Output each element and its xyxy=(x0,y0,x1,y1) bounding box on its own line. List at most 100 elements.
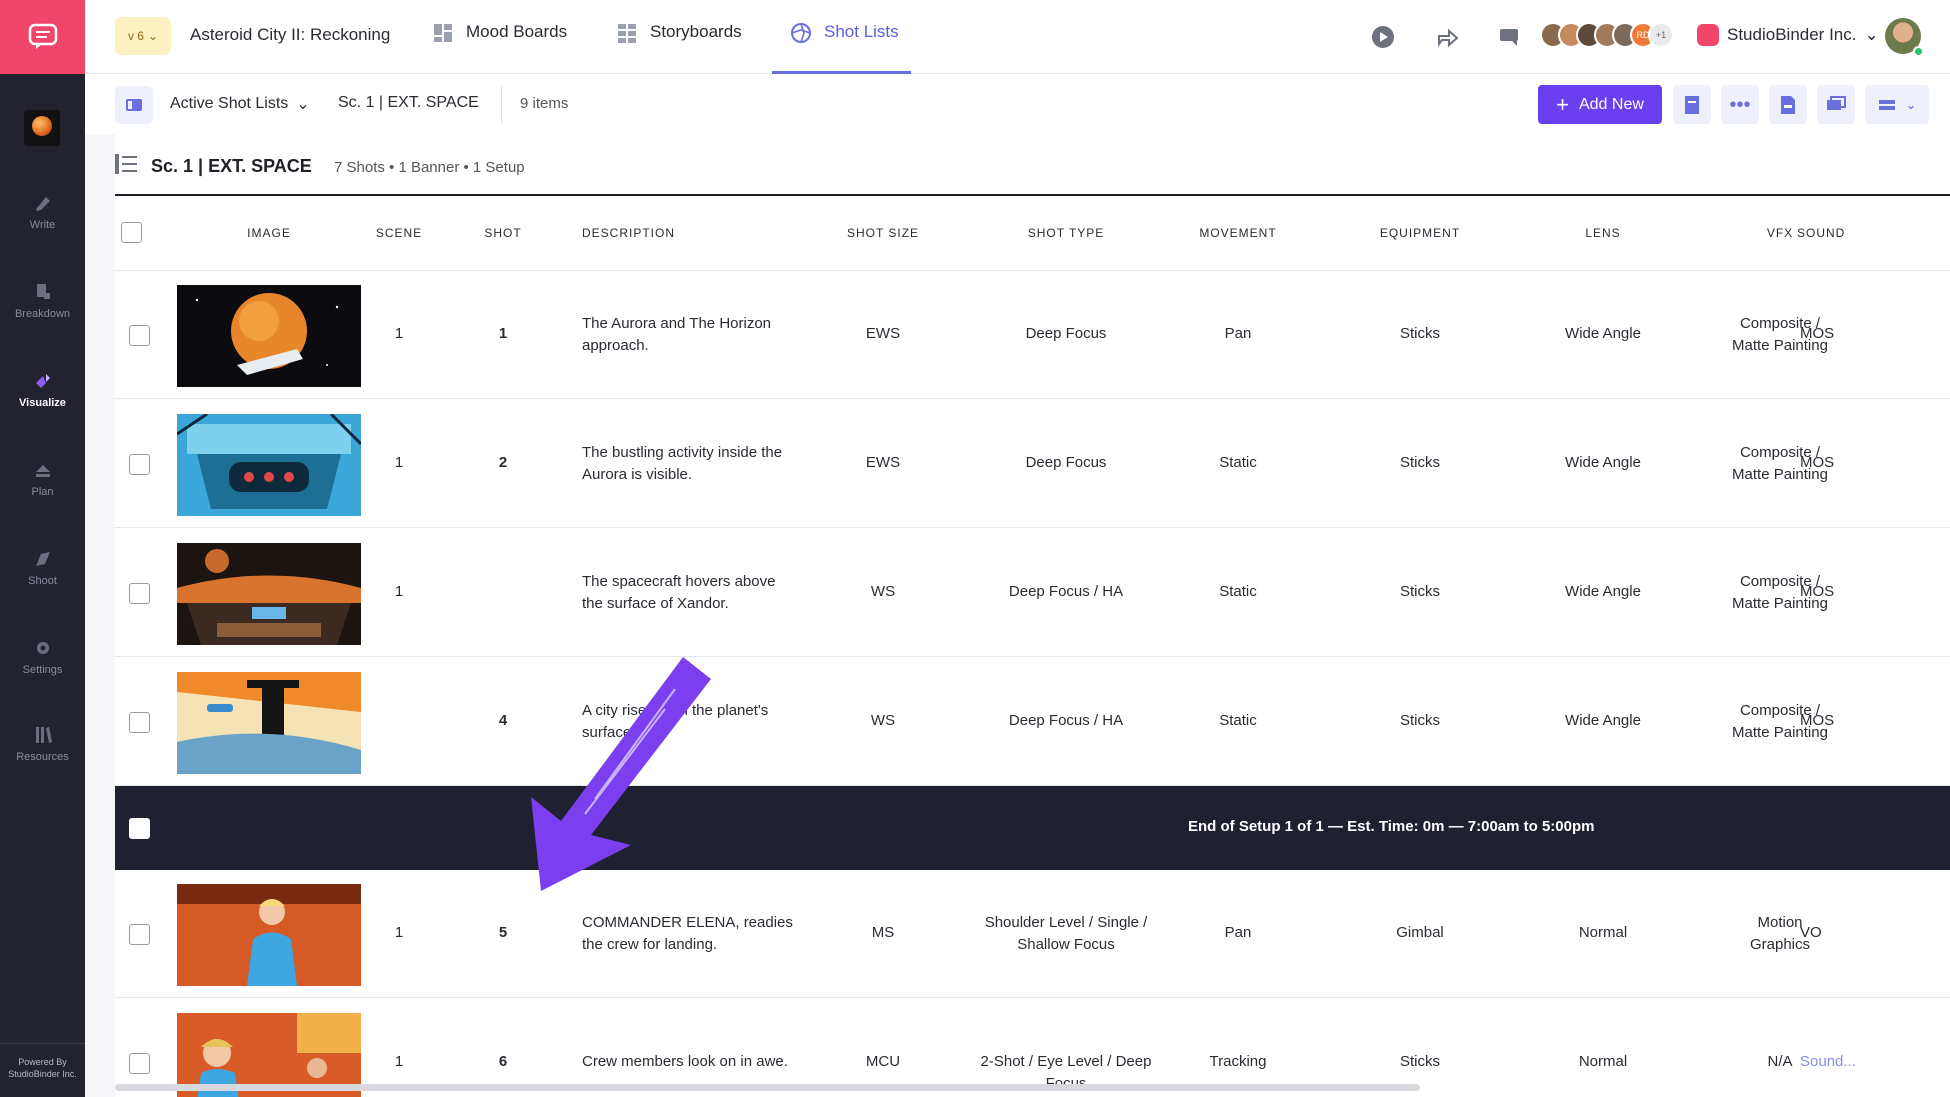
document-button[interactable] xyxy=(1673,85,1711,124)
row-checkbox[interactable] xyxy=(129,712,150,733)
column-header-shot-size[interactable]: SHOT SIZE xyxy=(823,226,943,240)
play-icon[interactable] xyxy=(1370,24,1396,50)
shot-size-cell[interactable]: WS xyxy=(823,581,943,603)
column-header-image[interactable]: IMAGE xyxy=(207,226,331,240)
movement-cell[interactable]: Static xyxy=(1183,710,1293,732)
shot-type-cell[interactable]: Deep Focus / HA xyxy=(986,710,1146,732)
scene-selector[interactable]: Sc. 1 | EXT. SPACE xyxy=(338,94,479,112)
export-pdf-button[interactable] xyxy=(1769,85,1807,124)
sidebar-item-breakdown[interactable]: Breakdown xyxy=(0,282,85,320)
share-icon[interactable] xyxy=(1435,24,1461,50)
column-header-sound[interactable]: SOUND xyxy=(1797,226,1917,240)
description-cell[interactable]: Crew members look on in awe. xyxy=(582,1051,788,1073)
description-cell[interactable]: The bustling activity inside the Aurora i… xyxy=(582,442,782,486)
row-checkbox[interactable] xyxy=(129,325,150,346)
shot-list-select[interactable]: Active Shot Lists ⌄ xyxy=(170,94,310,114)
lens-cell[interactable]: Wide Angle xyxy=(1543,581,1663,603)
equipment-cell[interactable]: Sticks xyxy=(1360,581,1480,603)
shot-image[interactable] xyxy=(177,414,361,516)
sidebar-item-write[interactable]: Write xyxy=(0,193,85,231)
row-checkbox[interactable] xyxy=(129,454,150,475)
movement-cell[interactable]: Static xyxy=(1183,452,1293,474)
row-checkbox[interactable] xyxy=(129,583,150,604)
shot-size-cell[interactable]: EWS xyxy=(823,323,943,345)
sound-cell[interactable]: VO xyxy=(1800,922,1822,944)
row-checkbox[interactable] xyxy=(129,924,150,945)
movement-cell[interactable]: Static xyxy=(1183,581,1293,603)
shot-size-cell[interactable]: MCU xyxy=(823,1051,943,1073)
shot-type-cell[interactable]: Deep Focus xyxy=(986,323,1146,345)
row-checkbox[interactable] xyxy=(129,1053,150,1074)
table-row[interactable]: 1 5 COMMANDER ELENA, readies the crew for… xyxy=(115,870,1950,998)
shot-size-cell[interactable]: EWS xyxy=(823,452,943,474)
comments-icon[interactable] xyxy=(1497,24,1523,50)
lens-cell[interactable]: Normal xyxy=(1543,1051,1663,1073)
equipment-cell[interactable]: Sticks xyxy=(1360,323,1480,345)
company-dropdown[interactable]: StudioBinder Inc. ⌄ xyxy=(1697,24,1879,46)
toggle-panel-button[interactable] xyxy=(115,86,153,124)
banner-checkbox[interactable] xyxy=(129,818,150,839)
shot-size-cell[interactable]: MS xyxy=(823,922,943,944)
vfx-cell[interactable]: Motion Graphics xyxy=(1715,912,1845,956)
sound-cell[interactable]: MOS xyxy=(1800,452,1834,474)
studiobinder-logo[interactable] xyxy=(0,0,85,74)
more-options-button[interactable]: ••• xyxy=(1721,85,1759,124)
lens-cell[interactable]: Normal xyxy=(1543,922,1663,944)
column-header-description[interactable]: DESCRIPTION xyxy=(582,226,675,240)
equipment-cell[interactable]: Gimbal xyxy=(1360,922,1480,944)
shot-type-cell[interactable]: Shoulder Level / Single / Shallow Focus xyxy=(976,912,1156,956)
table-row[interactable]: 4 A city rises from the planet'ssurface.… xyxy=(115,658,1950,786)
shot-image[interactable] xyxy=(177,884,361,986)
sound-cell[interactable]: MOS xyxy=(1800,710,1834,732)
column-header-movement[interactable]: MOVEMENT xyxy=(1183,226,1293,240)
add-new-button[interactable]: + Add New xyxy=(1538,85,1662,124)
setup-banner[interactable]: End of Setup 1 of 1 — Est. Time: 0m — 7:… xyxy=(115,786,1950,870)
tab-shot-lists[interactable]: Shot Lists xyxy=(772,22,911,74)
description-cell[interactable]: COMMANDER ELENA, readies the crew for lan… xyxy=(582,912,793,956)
equipment-cell[interactable]: Sticks xyxy=(1360,710,1480,732)
sound-cell[interactable]: Sound... xyxy=(1800,1051,1856,1073)
equipment-cell[interactable]: Sticks xyxy=(1360,452,1480,474)
tab-mood-boards[interactable]: Mood Boards xyxy=(432,22,567,74)
horizontal-scrollbar[interactable] xyxy=(115,1084,1420,1091)
column-header-equipment[interactable]: EQUIPMENT xyxy=(1360,226,1480,240)
shot-image[interactable] xyxy=(177,285,361,387)
shot-image[interactable] xyxy=(177,672,361,774)
table-row[interactable]: 1 2 The bustling activity inside the Auro… xyxy=(115,400,1950,528)
project-title[interactable]: Asteroid City II: Reckoning xyxy=(190,25,390,45)
sound-cell[interactable]: MOS xyxy=(1800,581,1834,603)
shot-type-cell[interactable]: Deep Focus xyxy=(986,452,1146,474)
column-header-shot[interactable]: SHOT xyxy=(478,226,528,240)
column-header-lens[interactable]: LENS xyxy=(1543,226,1663,240)
sidebar-item-plan[interactable]: Plan xyxy=(0,460,85,498)
sidebar-item-settings[interactable]: Settings xyxy=(0,638,85,676)
column-header-scene[interactable]: SCENE xyxy=(365,226,433,240)
sound-cell[interactable]: MOS xyxy=(1800,323,1834,345)
tab-storyboards[interactable]: Storyboards xyxy=(616,22,742,74)
lens-cell[interactable]: Wide Angle xyxy=(1543,710,1663,732)
version-dropdown[interactable]: v 6 ⌄ xyxy=(115,17,171,55)
lens-cell[interactable]: Wide Angle xyxy=(1543,323,1663,345)
shot-size-cell[interactable]: WS xyxy=(823,710,943,732)
shot-image[interactable] xyxy=(177,543,361,645)
table-row[interactable]: 1 The spacecraft hovers above the surface… xyxy=(115,529,1950,657)
sidebar-item-shoot[interactable]: Shoot xyxy=(0,549,85,587)
project-thumbnail[interactable] xyxy=(24,110,60,146)
movement-cell[interactable]: Pan xyxy=(1183,922,1293,944)
select-all-checkbox[interactable] xyxy=(121,222,142,243)
equipment-cell[interactable]: Sticks xyxy=(1360,1051,1480,1073)
shot-type-cell[interactable]: Deep Focus / HA xyxy=(986,581,1146,603)
movement-cell[interactable]: Pan xyxy=(1183,323,1293,345)
sidebar-item-visualize[interactable]: Visualize xyxy=(0,371,85,409)
list-icon[interactable] xyxy=(115,154,137,174)
collaborator-avatars[interactable]: RD +1 xyxy=(1540,22,1674,48)
table-row[interactable]: 1 6 Crew members look on in awe. MCU 2-S… xyxy=(115,999,1950,1097)
description-cell[interactable]: The spacecraft hovers above the surface o… xyxy=(582,571,775,615)
view-layout-dropdown[interactable]: ⌄ xyxy=(1865,85,1929,124)
description-cell[interactable]: The Aurora and The Horizon approach. xyxy=(582,313,771,357)
lens-cell[interactable]: Wide Angle xyxy=(1543,452,1663,474)
table-row[interactable]: 1 1 The Aurora and The Horizon approach. … xyxy=(115,271,1950,399)
movement-cell[interactable]: Tracking xyxy=(1183,1051,1293,1073)
present-button[interactable] xyxy=(1817,85,1855,124)
column-header-shot-type[interactable]: SHOT TYPE xyxy=(986,226,1146,240)
